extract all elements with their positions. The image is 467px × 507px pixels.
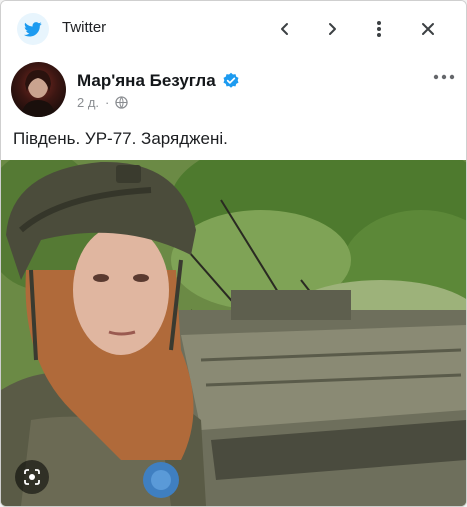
tweet-meta: 2 д. · xyxy=(77,95,129,110)
tweet-text: Південь. УР-77. Заряджені. xyxy=(13,129,228,148)
google-lens-icon xyxy=(24,469,40,485)
author-row: Мар'яна Безугла xyxy=(77,71,240,91)
vertical-dots-icon xyxy=(377,21,381,37)
app-bar: Twitter xyxy=(1,1,466,57)
google-lens-button[interactable] xyxy=(15,460,49,494)
close-button[interactable] xyxy=(414,15,442,43)
chevron-left-icon xyxy=(281,23,288,35)
author-avatar[interactable] xyxy=(11,62,66,117)
soldier-photo xyxy=(1,160,466,506)
author-name[interactable]: Мар'яна Безугла xyxy=(77,71,216,91)
close-icon xyxy=(422,23,434,35)
back-button[interactable] xyxy=(271,15,299,43)
avatar-portrait-icon xyxy=(21,70,56,117)
twitter-window: Twitter Мар'яна Безугла 2 д. · Південь. … xyxy=(0,0,467,507)
meta-separator: · xyxy=(105,95,110,110)
more-options-button[interactable] xyxy=(365,15,393,43)
app-title: Twitter xyxy=(62,19,107,36)
tweet-more-button[interactable] xyxy=(429,67,459,87)
twitter-bird-icon xyxy=(17,13,49,45)
tweet-time[interactable]: 2 д. xyxy=(77,95,99,110)
chevron-right-icon xyxy=(329,23,336,35)
globe-icon xyxy=(115,96,129,109)
verified-badge-icon xyxy=(223,72,239,88)
horizontal-dots-icon xyxy=(433,74,455,80)
tweet-photo[interactable] xyxy=(1,160,466,506)
forward-button[interactable] xyxy=(318,15,346,43)
